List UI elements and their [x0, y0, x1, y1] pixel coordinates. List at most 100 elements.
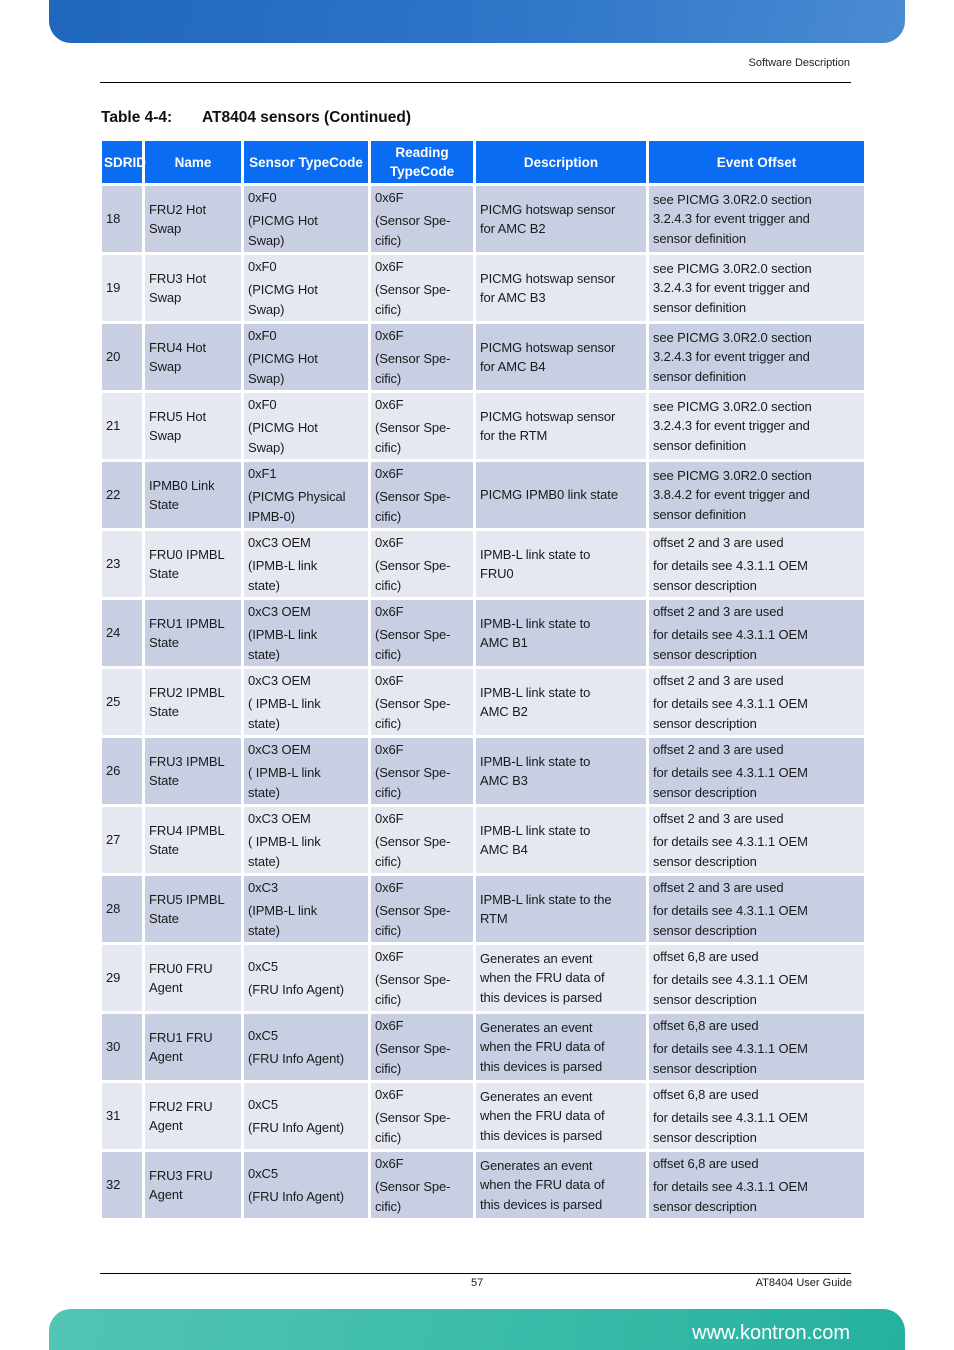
cell-text: offset 6,8 are used [653, 1086, 759, 1102]
cell-text: for AMC B4 [480, 359, 546, 374]
cell-sensor-type: 0xC3 OEM ( IPMB-L link state) [244, 738, 368, 804]
cell-text: Generates an event [480, 1019, 593, 1035]
cell-text: (Sensor Spe- [375, 972, 451, 988]
cell-text: cific) [375, 370, 402, 386]
cell-text: sensor description [653, 715, 757, 731]
cell-description: PICMG IPMB0 link state [476, 462, 646, 528]
cell-text: AMC B3 [480, 773, 528, 788]
cell-text: for AMC B2 [480, 221, 546, 236]
cell-text: sensor description [653, 577, 757, 593]
cell-id: 29 [102, 945, 142, 1011]
cell-text: offset 6,8 are used [653, 948, 759, 964]
website-link[interactable]: www.kontron.com [692, 1322, 850, 1345]
cell-text: (Sensor Spe- [375, 1041, 451, 1057]
header-text: Description [523, 154, 599, 170]
footer-divider [100, 1273, 851, 1274]
cell-text: (IPMB-L link [248, 558, 318, 574]
col-sensor-type-header: Sensor TypeCode [244, 141, 368, 183]
cell-text: cific) [375, 1129, 402, 1145]
cell-text: for details see 4.3.1.1 OEM [653, 972, 808, 988]
cell-text: IPMB0 Link [149, 477, 215, 493]
cell-text: 0xC3 OEM [248, 603, 311, 619]
cell-text: state) [248, 853, 280, 869]
cell-text: State [149, 911, 179, 926]
cell-text: Agent [149, 1187, 183, 1202]
cell-description: PICMG hotswap sensor for AMC B2 [476, 186, 646, 252]
cell-text: 32 [106, 1177, 121, 1193]
cell-text: 0x6F [375, 603, 404, 619]
table-row: 22 IPMB0 Link State 0xF1 (PICMG Physical IPMB… [102, 462, 864, 528]
cell-id: 32 [102, 1152, 142, 1218]
cell-text: cific) [375, 646, 402, 662]
cell-event-offset: offset 2 and 3 are used for details see 4… [649, 669, 864, 735]
cell-text: IPMB-L link state to [480, 753, 591, 769]
cell-text: PICMG hotswap sensor [480, 270, 616, 286]
cell-text: for AMC B3 [480, 290, 546, 305]
cell-event-offset: offset 6,8 are used for details see 4.3.1… [649, 1083, 864, 1149]
table-row: 24 FRU1 IPMBL State 0xC3 OEM (IPMB-L link sta… [102, 600, 864, 666]
cell-text: 27 [106, 832, 121, 848]
header-text: Name [174, 154, 212, 170]
cell-text: cific) [375, 853, 402, 869]
cell-id: 20 [102, 324, 142, 390]
cell-reading-type: 0x6F (Sensor Spe-cific) [371, 255, 473, 321]
cell-description: IPMB-L link state to FRU0 [476, 531, 646, 597]
cell-text: cific) [375, 1060, 402, 1076]
cell-text: (IPMB-L link [248, 627, 318, 643]
cell-text: Swap [149, 359, 182, 374]
cell-text: sensor description [653, 853, 757, 869]
cell-event-offset: offset 2 and 3 are used for details see 4… [649, 807, 864, 873]
cell-event-offset: see PICMG 3.0R2.0 section 3.2.4.3 for eve… [649, 324, 864, 390]
cell-text: (FRU Info Agent) [248, 982, 344, 997]
cell-sensor-type: 0xC5 (FRU Info Agent) [244, 1152, 368, 1218]
cell-text: 3.2.4.3 for event trigger and [653, 280, 810, 296]
cell-text: sensor description [653, 922, 757, 938]
cell-reading-type: 0x6F (Sensor Spe-cific) [371, 945, 473, 1011]
cell-text: for details see 4.3.1.1 OEM [653, 558, 808, 574]
table-row: 30 FRU1 FRU Agent 0xC5 (FRU Info Agent) 0x6F (… [102, 1014, 864, 1080]
cell-name: FRU4 IPMBL State [145, 807, 241, 873]
cell-sensor-type: 0xC3 OEM ( IPMB-L link state) [244, 669, 368, 735]
cell-text: ( IPMB-L link [248, 834, 321, 850]
cell-name: FRU3 Hot Swap [145, 255, 241, 321]
cell-text: cific) [375, 301, 402, 317]
cell-text: (PICMG Hot [248, 420, 318, 436]
cell-text: State [149, 635, 179, 650]
cell-text: (Sensor Spe- [375, 627, 451, 643]
cell-name: FRU5 Hot Swap [145, 393, 241, 459]
cell-text: Swap [149, 290, 182, 305]
cell-event-offset: see PICMG 3.0R2.0 section 3.8.4.2 for eve… [649, 462, 864, 528]
cell-text: 29 [106, 970, 121, 986]
cell-text: (FRU Info Agent) [248, 1189, 344, 1204]
cell-text: (Sensor Spe- [375, 903, 451, 919]
cell-text: IPMB-L link state to [480, 684, 591, 700]
cell-text: cific) [375, 922, 402, 938]
cell-name: IPMB0 Link State [145, 462, 241, 528]
cell-id: 23 [102, 531, 142, 597]
cell-text: (Sensor Spe- [375, 213, 451, 229]
cell-text: AMC B2 [480, 704, 528, 719]
cell-name: FRU1 FRU Agent [145, 1014, 241, 1080]
cell-text: (PICMG Physical [248, 489, 346, 505]
cell-text: 3.2.4.3 for event trigger and [653, 418, 810, 434]
cell-text: Swap [149, 221, 182, 236]
table-header-row: SDRID Name Sensor TypeCode Reading TypeCode… [102, 141, 864, 183]
cell-name: FRU0 FRU Agent [145, 945, 241, 1011]
cell-id: 24 [102, 600, 142, 666]
cell-text: 0x6F [375, 1155, 404, 1171]
cell-text: 25 [106, 694, 121, 710]
cell-sensor-type: 0xC3 (IPMB-L link state) [244, 876, 368, 942]
cell-text: sensor description [653, 1198, 757, 1214]
cell-event-offset: offset 6,8 are used for details see 4.3.1… [649, 945, 864, 1011]
cell-text: Generates an event [480, 1157, 593, 1173]
cell-text: PICMG hotswap sensor [480, 408, 616, 424]
header-text: ID [132, 154, 147, 170]
cell-text: State [149, 842, 179, 857]
cell-text: 19 [106, 280, 121, 296]
table-row: 25 FRU2 IPMBL State 0xC3 OEM ( IPMB-L link st… [102, 669, 864, 735]
cell-text: sensor description [653, 1060, 757, 1076]
cell-text: FRU4 IPMBL [149, 822, 225, 838]
cell-sensor-type: 0xC5 (FRU Info Agent) [244, 1014, 368, 1080]
cell-description: PICMG hotswap sensor for AMC B3 [476, 255, 646, 321]
table-row: 18 FRU2 Hot Swap 0xF0 (PICMG Hot Swap) 0x6F (Se… [102, 186, 864, 252]
